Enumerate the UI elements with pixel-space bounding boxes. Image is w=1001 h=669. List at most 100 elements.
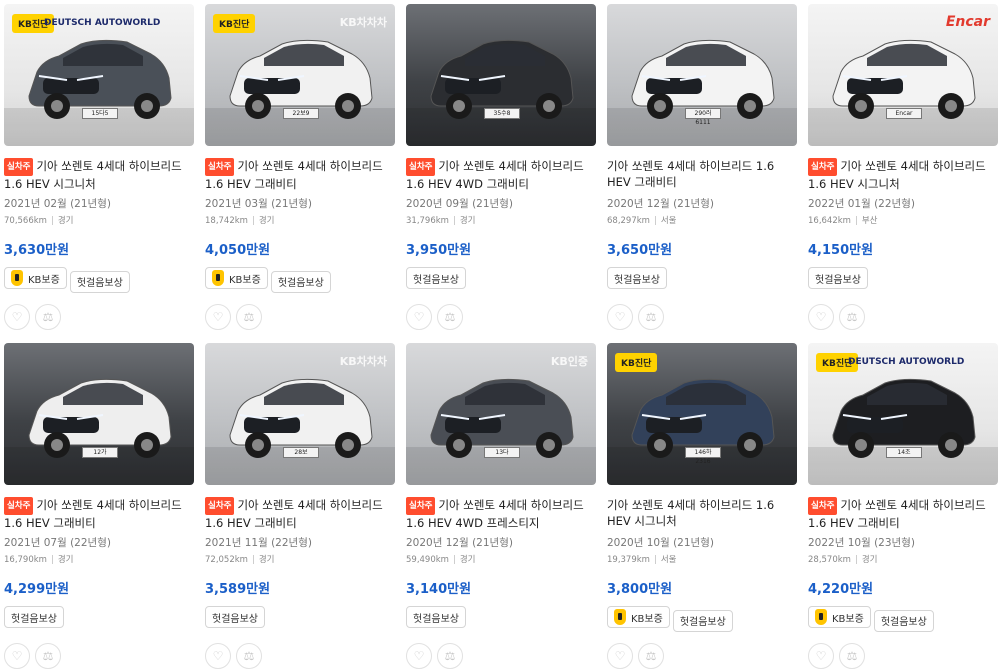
heart-icon[interactable]: ♡ (205, 643, 231, 669)
car-region: 경기 (258, 555, 275, 565)
self-owned-badge: 실차주 (205, 158, 235, 176)
car-chips: KB보증 헛걸음보상 (607, 606, 797, 632)
car-title[interactable]: 실차주 기아 쏘렌토 4세대 하이브리드 1.6 HEV 시그니처 (808, 158, 998, 190)
car-title[interactable]: 실차주 기아 쏘렌토 4세대 하이브리드 1.6 HEV 그래비티 (4, 497, 194, 529)
car-meta: 28,570km | 경기 (808, 553, 998, 565)
car-title[interactable]: 기아 쏘렌토 4세대 하이브리드 1.6 HEV 그래비티 (607, 158, 797, 190)
compare-scale-icon[interactable]: ⚖ (437, 304, 463, 330)
defect-compensation-chip[interactable]: 헛걸음보상 (270, 270, 331, 293)
car-title[interactable]: 실차주 기아 쏘렌토 4세대 하이브리드 1.6 HEV 그래비티 (808, 497, 998, 529)
car-listing-card[interactable]: 13다 KB인증실차주 기아 쏘렌토 4세대 하이브리드 1.6 HEV 4WD 프… (406, 343, 596, 669)
dealer-logo: DEUTSCH AUTOWORLD (848, 357, 965, 367)
car-listing-card[interactable]: 14조 KB진단 DEUTSCH AUTOWORLD 실차주 기아 쏘렌토 4세대 하이… (808, 343, 998, 669)
car-year: 2020년 12월 (21년형) (607, 198, 714, 210)
self-owned-badge: 실차주 (808, 158, 838, 176)
car-title[interactable]: 기아 쏘렌토 4세대 하이브리드 1.6 HEV 시그니처 (607, 497, 797, 529)
compare-scale-icon[interactable]: ⚖ (638, 304, 664, 330)
car-listing-card[interactable]: 22보9 KB진단 KB차차차실차주 기아 쏘렌토 4세대 하이브리드 1.6 HEV… (205, 4, 395, 330)
car-thumbnail[interactable]: 35수8 (406, 4, 596, 146)
compare-scale-icon[interactable]: ⚖ (638, 643, 664, 669)
car-title[interactable]: 실차주 기아 쏘렌토 4세대 하이브리드 1.6 HEV 4WD 그래비티 (406, 158, 596, 190)
car-thumbnail[interactable]: 22보9 KB진단 KB차차차 (205, 4, 395, 146)
heart-icon[interactable]: ♡ (607, 304, 633, 330)
heart-icon[interactable]: ♡ (406, 304, 432, 330)
compare-scale-icon[interactable]: ⚖ (839, 643, 865, 669)
car-year: 2020년 09월 (21년형) (406, 198, 513, 210)
car-year: 2022년 01월 (22년형) (808, 198, 915, 210)
car-chips: 헛걸음보상 (808, 267, 998, 291)
car-chips: 헛걸음보상 (406, 606, 596, 630)
defect-compensation-chip[interactable]: 헛걸음보상 (873, 609, 934, 632)
car-thumbnail[interactable]: 15다5 KB진단 DEUTSCH AUTOWORLD (4, 4, 194, 146)
meta-separator: | (452, 555, 456, 565)
meta-separator: | (50, 555, 54, 565)
car-thumbnail[interactable]: 290러 6111 (607, 4, 797, 146)
defect-compensation-chip[interactable]: 헛걸음보상 (607, 267, 667, 289)
meta-separator: | (854, 216, 858, 226)
car-title[interactable]: 실차주 기아 쏘렌토 4세대 하이브리드 1.6 HEV 4WD 프레스티지 (406, 497, 596, 529)
heart-icon[interactable]: ♡ (4, 304, 30, 330)
heart-icon[interactable]: ♡ (808, 304, 834, 330)
car-year: 2020년 10월 (21년형) (607, 537, 714, 549)
meta-separator: | (251, 555, 255, 565)
card-actions: ♡ ⚖ (4, 304, 194, 330)
shield-icon (815, 609, 827, 625)
car-price: 3,800만원 (607, 582, 673, 597)
car-region: 경기 (861, 555, 878, 565)
compare-scale-icon[interactable]: ⚖ (35, 304, 61, 330)
heart-icon[interactable]: ♡ (205, 304, 231, 330)
compare-scale-icon[interactable]: ⚖ (35, 643, 61, 669)
compare-scale-icon[interactable]: ⚖ (839, 304, 865, 330)
car-listing-card[interactable]: 28보 KB차차차실차주 기아 쏘렌토 4세대 하이브리드 1.6 HEV 그래비티… (205, 343, 395, 669)
compare-scale-icon[interactable]: ⚖ (437, 643, 463, 669)
car-thumbnail[interactable]: Encar Encar (808, 4, 998, 146)
car-chips: 헛걸음보상 (4, 606, 194, 630)
car-year: 2021년 11월 (22년형) (205, 537, 312, 549)
card-actions: ♡ ⚖ (808, 643, 998, 669)
defect-compensation-chip[interactable]: 헛걸음보상 (808, 267, 868, 289)
car-meta: 16,790km | 경기 (4, 553, 194, 565)
license-plate: 22보9 (283, 108, 319, 119)
shield-icon (11, 270, 23, 286)
defect-compensation-chip[interactable]: 헛걸음보상 (406, 606, 466, 628)
kb-warranty-label: KB보증 (631, 613, 663, 625)
car-thumbnail[interactable]: 12가 (4, 343, 194, 485)
kb-warranty-chip[interactable]: KB보증 (808, 606, 871, 628)
kb-warranty-chip[interactable]: KB보증 (205, 267, 268, 289)
car-title-text[interactable]: 기아 쏘렌토 4세대 하이브리드 1.6 HEV 시그니처 (607, 498, 774, 528)
heart-icon[interactable]: ♡ (4, 643, 30, 669)
card-actions: ♡ ⚖ (205, 304, 395, 330)
car-meta: 31,796km | 경기 (406, 214, 596, 226)
heart-icon[interactable]: ♡ (808, 643, 834, 669)
car-thumbnail[interactable]: 13다 KB인증 (406, 343, 596, 485)
defect-compensation-chip[interactable]: 헛걸음보상 (69, 270, 130, 293)
heart-icon[interactable]: ♡ (406, 643, 432, 669)
car-title[interactable]: 실차주 기아 쏘렌토 4세대 하이브리드 1.6 HEV 그래비티 (205, 158, 395, 190)
car-title[interactable]: 실차주 기아 쏘렌토 4세대 하이브리드 1.6 HEV 시그니처 (4, 158, 194, 190)
compare-scale-icon[interactable]: ⚖ (236, 643, 262, 669)
defect-compensation-chip[interactable]: 헛걸음보상 (406, 267, 466, 289)
car-listing-card[interactable]: 146하 2316 KB진단기아 쏘렌토 4세대 하이브리드 1.6 HEV 시그… (607, 343, 797, 669)
kb-warranty-chip[interactable]: KB보증 (4, 267, 67, 289)
defect-compensation-chip[interactable]: 헛걸음보상 (672, 609, 733, 632)
defect-compensation-chip[interactable]: 헛걸음보상 (4, 606, 64, 628)
car-listing-card[interactable]: Encar Encar 실차주 기아 쏘렌토 4세대 하이브리드 1.6 HEV 시그… (808, 4, 998, 330)
car-listing-card[interactable]: 12가 실차주 기아 쏘렌토 4세대 하이브리드 1.6 HEV 그래비티 2021년… (4, 343, 194, 669)
car-title[interactable]: 실차주 기아 쏘렌토 4세대 하이브리드 1.6 HEV 그래비티 (205, 497, 395, 529)
heart-icon[interactable]: ♡ (607, 643, 633, 669)
car-thumbnail[interactable]: 28보 KB차차차 (205, 343, 395, 485)
shield-icon (614, 609, 626, 625)
car-title-text[interactable]: 기아 쏘렌토 4세대 하이브리드 1.6 HEV 그래비티 (607, 159, 774, 189)
car-listing-card[interactable]: 290러 6111 기아 쏘렌토 4세대 하이브리드 1.6 HEV 그래비티 20… (607, 4, 797, 330)
car-thumbnail[interactable]: 146하 2316 KB진단 (607, 343, 797, 485)
car-listing-card[interactable]: 15다5 KB진단 DEUTSCH AUTOWORLD 실차주 기아 쏘렌토 4세대 하… (4, 4, 194, 330)
kb-warranty-chip[interactable]: KB보증 (607, 606, 670, 628)
car-listing-card[interactable]: 35수8 실차주 기아 쏘렌토 4세대 하이브리드 1.6 HEV 4WD 그래비티… (406, 4, 596, 330)
car-mileage: 59,490km (406, 555, 449, 565)
defect-compensation-chip[interactable]: 헛걸음보상 (205, 606, 265, 628)
license-plate: 146하 2316 (685, 447, 721, 465)
car-meta: 16,642km | 부산 (808, 214, 998, 226)
car-meta: 19,379km | 서울 (607, 553, 797, 565)
compare-scale-icon[interactable]: ⚖ (236, 304, 262, 330)
car-thumbnail[interactable]: 14조 KB진단 DEUTSCH AUTOWORLD (808, 343, 998, 485)
